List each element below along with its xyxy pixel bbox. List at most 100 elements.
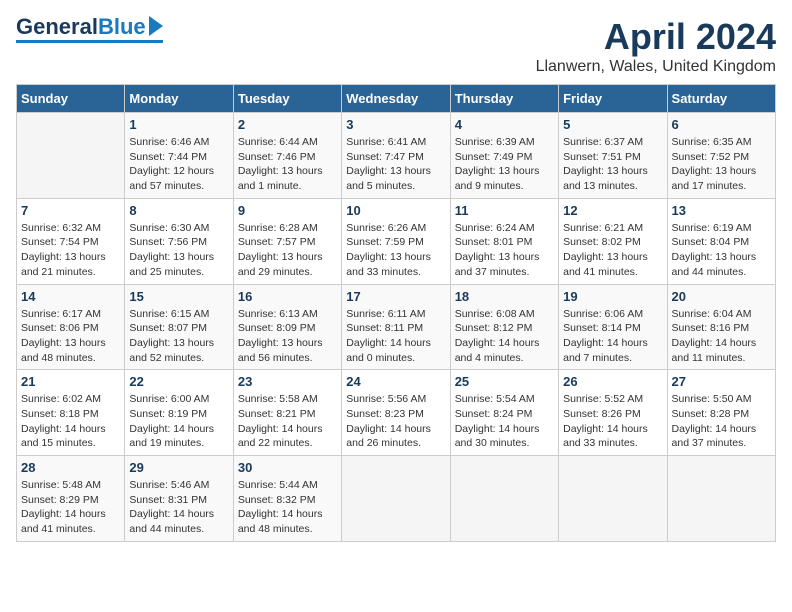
calendar-cell: 20 Sunrise: 6:04 AM Sunset: 8:16 PM Dayli…	[667, 284, 775, 370]
calendar-cell	[450, 456, 558, 542]
day-number: 12	[563, 203, 662, 218]
day-info: Sunrise: 5:48 AM Sunset: 8:29 PM Dayligh…	[21, 478, 120, 537]
day-number: 7	[21, 203, 120, 218]
day-info: Sunrise: 6:44 AM Sunset: 7:46 PM Dayligh…	[238, 135, 337, 194]
day-number: 1	[129, 117, 228, 132]
calendar-cell: 11 Sunrise: 6:24 AM Sunset: 8:01 PM Dayli…	[450, 198, 558, 284]
day-info: Sunrise: 6:30 AM Sunset: 7:56 PM Dayligh…	[129, 221, 228, 280]
header-cell-thursday: Thursday	[450, 85, 558, 113]
calendar-week-1: 1 Sunrise: 6:46 AM Sunset: 7:44 PM Daylig…	[17, 113, 776, 199]
day-number: 26	[563, 374, 662, 389]
calendar-cell: 15 Sunrise: 6:15 AM Sunset: 8:07 PM Dayli…	[125, 284, 233, 370]
day-info: Sunrise: 6:26 AM Sunset: 7:59 PM Dayligh…	[346, 221, 445, 280]
day-info: Sunrise: 6:00 AM Sunset: 8:19 PM Dayligh…	[129, 392, 228, 451]
logo-blue: Blue	[98, 16, 146, 38]
calendar-cell: 25 Sunrise: 5:54 AM Sunset: 8:24 PM Dayli…	[450, 370, 558, 456]
day-number: 14	[21, 289, 120, 304]
day-number: 23	[238, 374, 337, 389]
calendar-cell: 18Sunrise: 6:08 AM Sunset: 8:12 PM Dayli…	[450, 284, 558, 370]
calendar-cell: 12Sunrise: 6:21 AM Sunset: 8:02 PM Dayli…	[559, 198, 667, 284]
calendar-cell	[342, 456, 450, 542]
calendar-table: SundayMondayTuesdayWednesdayThursdayFrid…	[16, 84, 776, 542]
calendar-cell	[667, 456, 775, 542]
header-cell-tuesday: Tuesday	[233, 85, 341, 113]
calendar-cell: 4 Sunrise: 6:39 AM Sunset: 7:49 PM Daylig…	[450, 113, 558, 199]
calendar-cell: 23 Sunrise: 5:58 AM Sunset: 8:21 PM Dayli…	[233, 370, 341, 456]
calendar-week-5: 28 Sunrise: 5:48 AM Sunset: 8:29 PM Dayli…	[17, 456, 776, 542]
calendar-cell: 27Sunrise: 5:50 AM Sunset: 8:28 PM Dayli…	[667, 370, 775, 456]
day-number: 28	[21, 460, 120, 475]
location-title: Llanwern, Wales, United Kingdom	[536, 58, 776, 76]
day-info: Sunrise: 6:11 AM Sunset: 8:11 PM Dayligh…	[346, 307, 445, 366]
day-number: 15	[129, 289, 228, 304]
day-number: 30	[238, 460, 337, 475]
day-info: Sunrise: 6:15 AM Sunset: 8:07 PM Dayligh…	[129, 307, 228, 366]
day-number: 20	[672, 289, 771, 304]
calendar-cell: 6 Sunrise: 6:35 AM Sunset: 7:52 PM Daylig…	[667, 113, 775, 199]
calendar-cell: 2 Sunrise: 6:44 AM Sunset: 7:46 PM Daylig…	[233, 113, 341, 199]
day-info: Sunrise: 6:28 AM Sunset: 7:57 PM Dayligh…	[238, 221, 337, 280]
day-info: Sunrise: 6:02 AM Sunset: 8:18 PM Dayligh…	[21, 392, 120, 451]
day-number: 22	[129, 374, 228, 389]
calendar-cell: 1 Sunrise: 6:46 AM Sunset: 7:44 PM Daylig…	[125, 113, 233, 199]
calendar-cell: 19 Sunrise: 6:06 AM Sunset: 8:14 PM Dayli…	[559, 284, 667, 370]
day-number: 11	[455, 203, 554, 218]
day-info: Sunrise: 5:54 AM Sunset: 8:24 PM Dayligh…	[455, 392, 554, 451]
calendar-cell: 3 Sunrise: 6:41 AM Sunset: 7:47 PM Daylig…	[342, 113, 450, 199]
calendar-cell: 13 Sunrise: 6:19 AM Sunset: 8:04 PM Dayli…	[667, 198, 775, 284]
day-number: 3	[346, 117, 445, 132]
month-title: April 2024	[536, 16, 776, 58]
calendar-cell: 29 Sunrise: 5:46 AM Sunset: 8:31 PM Dayli…	[125, 456, 233, 542]
day-number: 17	[346, 289, 445, 304]
day-info: Sunrise: 6:19 AM Sunset: 8:04 PM Dayligh…	[672, 221, 771, 280]
calendar-header-row: SundayMondayTuesdayWednesdayThursdayFrid…	[17, 85, 776, 113]
day-info: Sunrise: 6:04 AM Sunset: 8:16 PM Dayligh…	[672, 307, 771, 366]
day-info: Sunrise: 6:13 AM Sunset: 8:09 PM Dayligh…	[238, 307, 337, 366]
calendar-cell: 5Sunrise: 6:37 AM Sunset: 7:51 PM Daylig…	[559, 113, 667, 199]
day-number: 2	[238, 117, 337, 132]
header-cell-friday: Friday	[559, 85, 667, 113]
calendar-week-3: 14 Sunrise: 6:17 AM Sunset: 8:06 PM Dayli…	[17, 284, 776, 370]
day-number: 21	[21, 374, 120, 389]
logo-general: General	[16, 16, 98, 38]
calendar-cell: 9 Sunrise: 6:28 AM Sunset: 7:57 PM Daylig…	[233, 198, 341, 284]
day-number: 13	[672, 203, 771, 218]
day-info: Sunrise: 6:46 AM Sunset: 7:44 PM Dayligh…	[129, 135, 228, 194]
calendar-cell: 26 Sunrise: 5:52 AM Sunset: 8:26 PM Dayli…	[559, 370, 667, 456]
day-info: Sunrise: 5:52 AM Sunset: 8:26 PM Dayligh…	[563, 392, 662, 451]
day-info: Sunrise: 6:24 AM Sunset: 8:01 PM Dayligh…	[455, 221, 554, 280]
day-info: Sunrise: 6:17 AM Sunset: 8:06 PM Dayligh…	[21, 307, 120, 366]
day-number: 25	[455, 374, 554, 389]
day-info: Sunrise: 6:06 AM Sunset: 8:14 PM Dayligh…	[563, 307, 662, 366]
logo-text: GeneralBlue	[16, 16, 163, 38]
day-number: 27	[672, 374, 771, 389]
header-cell-monday: Monday	[125, 85, 233, 113]
header-cell-wednesday: Wednesday	[342, 85, 450, 113]
day-number: 4	[455, 117, 554, 132]
day-info: Sunrise: 6:39 AM Sunset: 7:49 PM Dayligh…	[455, 135, 554, 194]
calendar-week-2: 7 Sunrise: 6:32 AM Sunset: 7:54 PM Daylig…	[17, 198, 776, 284]
day-number: 18	[455, 289, 554, 304]
header: GeneralBlue April 2024 Llanwern, Wales, …	[16, 16, 776, 76]
title-area: April 2024 Llanwern, Wales, United Kingd…	[536, 16, 776, 76]
day-info: Sunrise: 6:41 AM Sunset: 7:47 PM Dayligh…	[346, 135, 445, 194]
calendar-cell: 16Sunrise: 6:13 AM Sunset: 8:09 PM Dayli…	[233, 284, 341, 370]
day-info: Sunrise: 6:37 AM Sunset: 7:51 PM Dayligh…	[563, 135, 662, 194]
day-info: Sunrise: 6:35 AM Sunset: 7:52 PM Dayligh…	[672, 135, 771, 194]
calendar-cell: 28 Sunrise: 5:48 AM Sunset: 8:29 PM Dayli…	[17, 456, 125, 542]
day-number: 24	[346, 374, 445, 389]
calendar-cell: 17 Sunrise: 6:11 AM Sunset: 8:11 PM Dayli…	[342, 284, 450, 370]
header-cell-saturday: Saturday	[667, 85, 775, 113]
logo-arrow-icon	[149, 16, 163, 36]
day-info: Sunrise: 5:58 AM Sunset: 8:21 PM Dayligh…	[238, 392, 337, 451]
calendar-cell: 24Sunrise: 5:56 AM Sunset: 8:23 PM Dayli…	[342, 370, 450, 456]
day-info: Sunrise: 6:32 AM Sunset: 7:54 PM Dayligh…	[21, 221, 120, 280]
day-number: 19	[563, 289, 662, 304]
day-number: 29	[129, 460, 228, 475]
day-number: 9	[238, 203, 337, 218]
day-info: Sunrise: 5:46 AM Sunset: 8:31 PM Dayligh…	[129, 478, 228, 537]
calendar-cell: 10Sunrise: 6:26 AM Sunset: 7:59 PM Dayli…	[342, 198, 450, 284]
calendar-cell: 22 Sunrise: 6:00 AM Sunset: 8:19 PM Dayli…	[125, 370, 233, 456]
calendar-cell: 30Sunrise: 5:44 AM Sunset: 8:32 PM Dayli…	[233, 456, 341, 542]
day-number: 6	[672, 117, 771, 132]
